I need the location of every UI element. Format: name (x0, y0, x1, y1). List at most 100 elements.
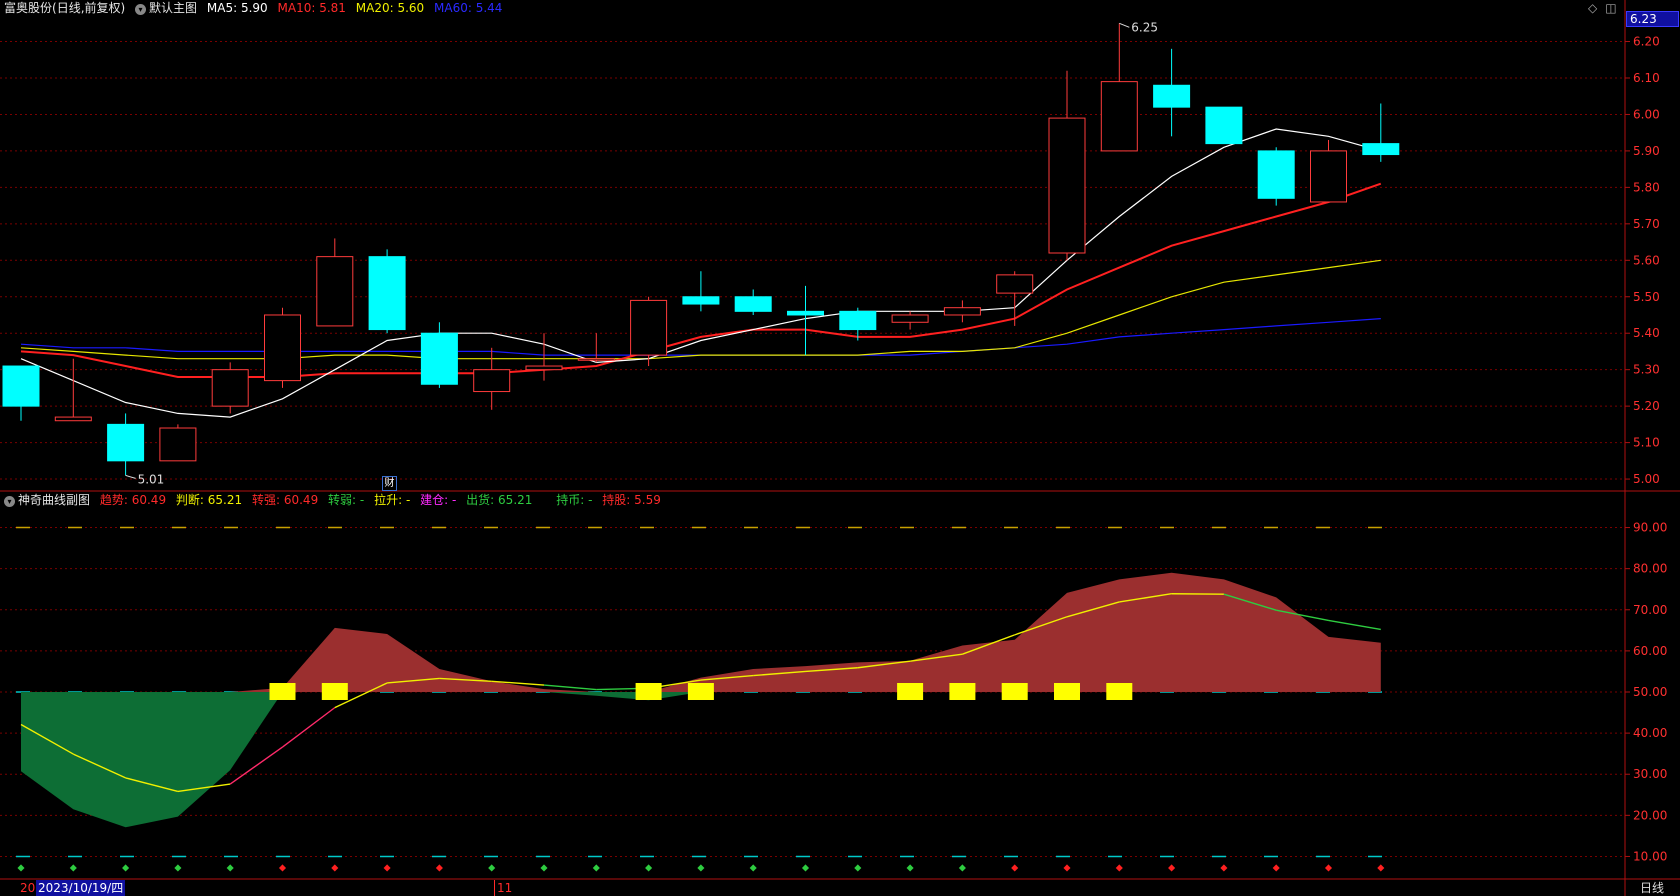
signal-dot (1272, 864, 1280, 872)
judge-readout: 判断: 65.21 (175, 493, 243, 507)
price-tick-label: 5.80 (1633, 180, 1660, 194)
signal-dot (1377, 864, 1385, 872)
signal-dot (278, 864, 287, 872)
candle-body-down (1205, 106, 1243, 145)
indicator-axis: 10.00 20.00 30.00 40.00 50.00 60.00 70.00 80.00… (1625, 521, 1667, 863)
price-tick-label: 5.00 (1633, 472, 1660, 486)
signal-dot (801, 864, 810, 872)
price-tick-label: 5.40 (1633, 326, 1660, 340)
indicator-tick-label: 30.00 (1633, 767, 1667, 781)
signal-marker (1054, 683, 1080, 700)
ma5-readout: MA5: 5.90 (206, 1, 268, 15)
candle-body-up (211, 369, 249, 407)
signal-marker (1001, 683, 1028, 700)
signal-dot (174, 864, 182, 872)
price-tick-label: 5.60 (1633, 253, 1660, 267)
signal-dot (1063, 864, 1071, 872)
candle-body-down (368, 256, 406, 331)
chevron-down-icon: ▾ (135, 4, 147, 15)
signal-dot (1011, 864, 1019, 872)
price-tick-label: 5.20 (1633, 399, 1660, 413)
trend-area-down (21, 692, 1381, 828)
candle-body-down (682, 296, 720, 305)
year-fragment: 20 (20, 881, 36, 895)
weak-readout: 转弱: - (328, 493, 365, 507)
price-tick-label: 5.70 (1633, 217, 1660, 231)
chart-template-dropdown[interactable]: ▾ 默认主图 (135, 0, 197, 16)
candle-body-down (734, 296, 772, 312)
signal-dot (1168, 864, 1176, 872)
diamond-icon[interactable]: ◇ (1588, 1, 1597, 15)
candle-body-down (839, 310, 877, 331)
signal-dot (122, 864, 130, 872)
judge-line-segment (1328, 619, 1381, 631)
hold-stock-readout: 持股: 5.59 (602, 493, 661, 507)
signal-dot (906, 864, 914, 872)
strong-readout: 转强: 60.49 (251, 493, 319, 507)
candle-body-up (1310, 150, 1347, 203)
indicator-tick-label: 70.00 (1633, 603, 1667, 617)
build-readout: 建仓: - (420, 493, 457, 507)
candle-body-down (420, 332, 458, 385)
signal-dot (226, 864, 234, 872)
candle-body-up (264, 314, 301, 382)
ma20-readout: MA20: 5.60 (355, 1, 425, 15)
candle-body-up (525, 365, 563, 371)
signal-dot (17, 864, 25, 872)
signal-dot (749, 864, 757, 872)
candlesticks: 5.01 6.25 (2, 20, 1400, 486)
ship-readout: 出货: 65.21 (466, 493, 533, 507)
signal-dot (383, 864, 391, 872)
period-label: (日线,前复权) (52, 1, 126, 15)
signal-dot (540, 864, 548, 872)
chart-template-label: 默认主图 (149, 1, 198, 15)
price-tick-label: 6.20 (1633, 35, 1660, 49)
signal-dot (592, 864, 600, 872)
price-axis: 5.00 5.10 5.20 5.30 5.40 5.50 5.60 5.70 5.80 5.90… (1625, 35, 1660, 486)
candle-body-up (316, 256, 354, 327)
bottom-date-bar: 20 2023/10/19/四 11 日线 (0, 880, 1680, 896)
signal-dot (697, 864, 705, 872)
signal-marker (687, 683, 714, 700)
finance-event-marker[interactable]: 财 (382, 476, 397, 491)
indicator-dropdown[interactable]: ▾ 神奇曲线副图 (4, 492, 90, 508)
period-button[interactable]: 日线 (1640, 880, 1664, 896)
signal-dot (1220, 864, 1228, 872)
candle-body-up (630, 299, 668, 356)
indicator-header: ▾ 神奇曲线副图 趋势: 60.49 判断: 65.21 转强: 60.49 转弱… (4, 492, 667, 508)
signal-dot (645, 864, 653, 872)
candle-body-down (2, 365, 40, 407)
indicator-tick-label: 10.00 (1633, 849, 1667, 863)
current-price-tag: 6.23 (1626, 11, 1679, 27)
signal-marker (897, 683, 924, 700)
candle-body-up (54, 416, 92, 422)
month-marker: 11 (494, 880, 512, 896)
restore-icon[interactable]: ◫ (1605, 1, 1616, 15)
candle-body-down (787, 310, 824, 316)
grid-lines (0, 0, 1680, 896)
signal-dot (488, 864, 496, 872)
indicator-tick-label: 40.00 (1633, 726, 1667, 740)
window-controls: ◇ ◫ (1588, 0, 1617, 16)
price-tick-label: 5.90 (1633, 144, 1660, 158)
signal-dot (854, 864, 862, 872)
price-tick-label: 6.10 (1633, 71, 1660, 85)
candle-body-up (1100, 81, 1138, 152)
stock-name[interactable]: 富奥股份 (4, 0, 52, 16)
chevron-down-icon: ▾ (4, 496, 15, 507)
candle-body-down (1257, 150, 1295, 199)
signal-marker (269, 683, 296, 700)
annotation-label: 5.01 (138, 472, 165, 486)
price-tick-label: 5.30 (1633, 363, 1660, 377)
indicator-tick-label: 90.00 (1633, 521, 1667, 535)
main-chart-header: 富奥股份(日线,前复权) ▾ 默认主图 MA5: 5.90 MA10: 5.81 … (4, 0, 508, 16)
ma10-readout: MA10: 5.81 (277, 1, 346, 15)
candle-body-up (996, 274, 1034, 294)
candle-body-up (1048, 117, 1086, 254)
indicator-tick-label: 50.00 (1633, 685, 1667, 699)
candle-body-down (1153, 84, 1191, 108)
signal-dot (69, 864, 77, 872)
trend-readout: 趋势: 60.49 (99, 493, 167, 507)
cursor-date: 2023/10/19/四 (36, 880, 126, 896)
pull-readout: 拉升: - (374, 493, 411, 507)
